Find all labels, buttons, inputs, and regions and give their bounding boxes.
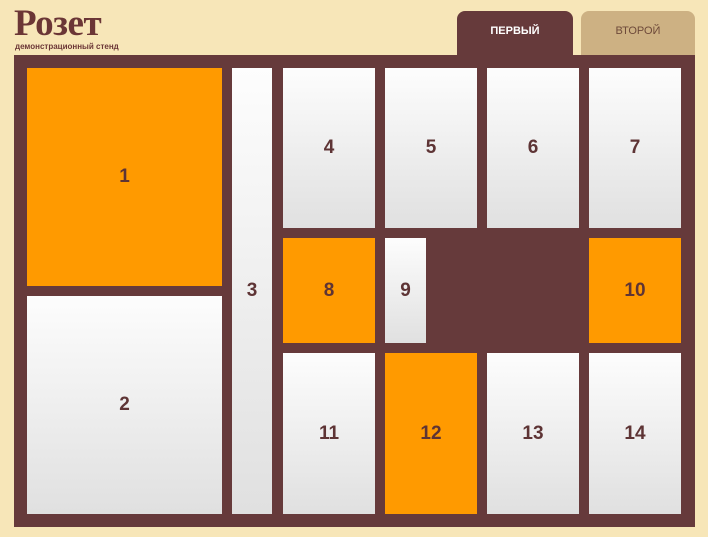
cell-9[interactable]: 9 xyxy=(385,238,426,343)
cell-5[interactable]: 5 xyxy=(385,68,477,228)
logo: Розет демонстрационный стенд xyxy=(14,4,134,52)
cell-2[interactable]: 2 xyxy=(27,296,222,514)
cell-14[interactable]: 14 xyxy=(589,353,681,514)
logo-title: Розет xyxy=(14,3,102,44)
cell-12[interactable]: 12 xyxy=(385,353,477,514)
cell-13[interactable]: 13 xyxy=(487,353,579,514)
cell-10[interactable]: 10 xyxy=(589,238,681,343)
logo-subtitle: демонстрационный стенд xyxy=(15,42,119,51)
cell-8[interactable]: 8 xyxy=(283,238,375,343)
cell-1[interactable]: 1 xyxy=(27,68,222,286)
cell-7[interactable]: 7 xyxy=(589,68,681,228)
seat-board: 1 2 3 4 5 6 7 8 9 10 11 12 13 14 xyxy=(14,55,695,527)
cell-4[interactable]: 4 xyxy=(283,68,375,228)
cell-6[interactable]: 6 xyxy=(487,68,579,228)
cell-3[interactable]: 3 xyxy=(232,68,272,514)
tab-first[interactable]: ПЕРВЫЙ xyxy=(457,11,573,55)
tab-second[interactable]: ВТОРОЙ xyxy=(581,11,695,55)
cell-11[interactable]: 11 xyxy=(283,353,375,514)
